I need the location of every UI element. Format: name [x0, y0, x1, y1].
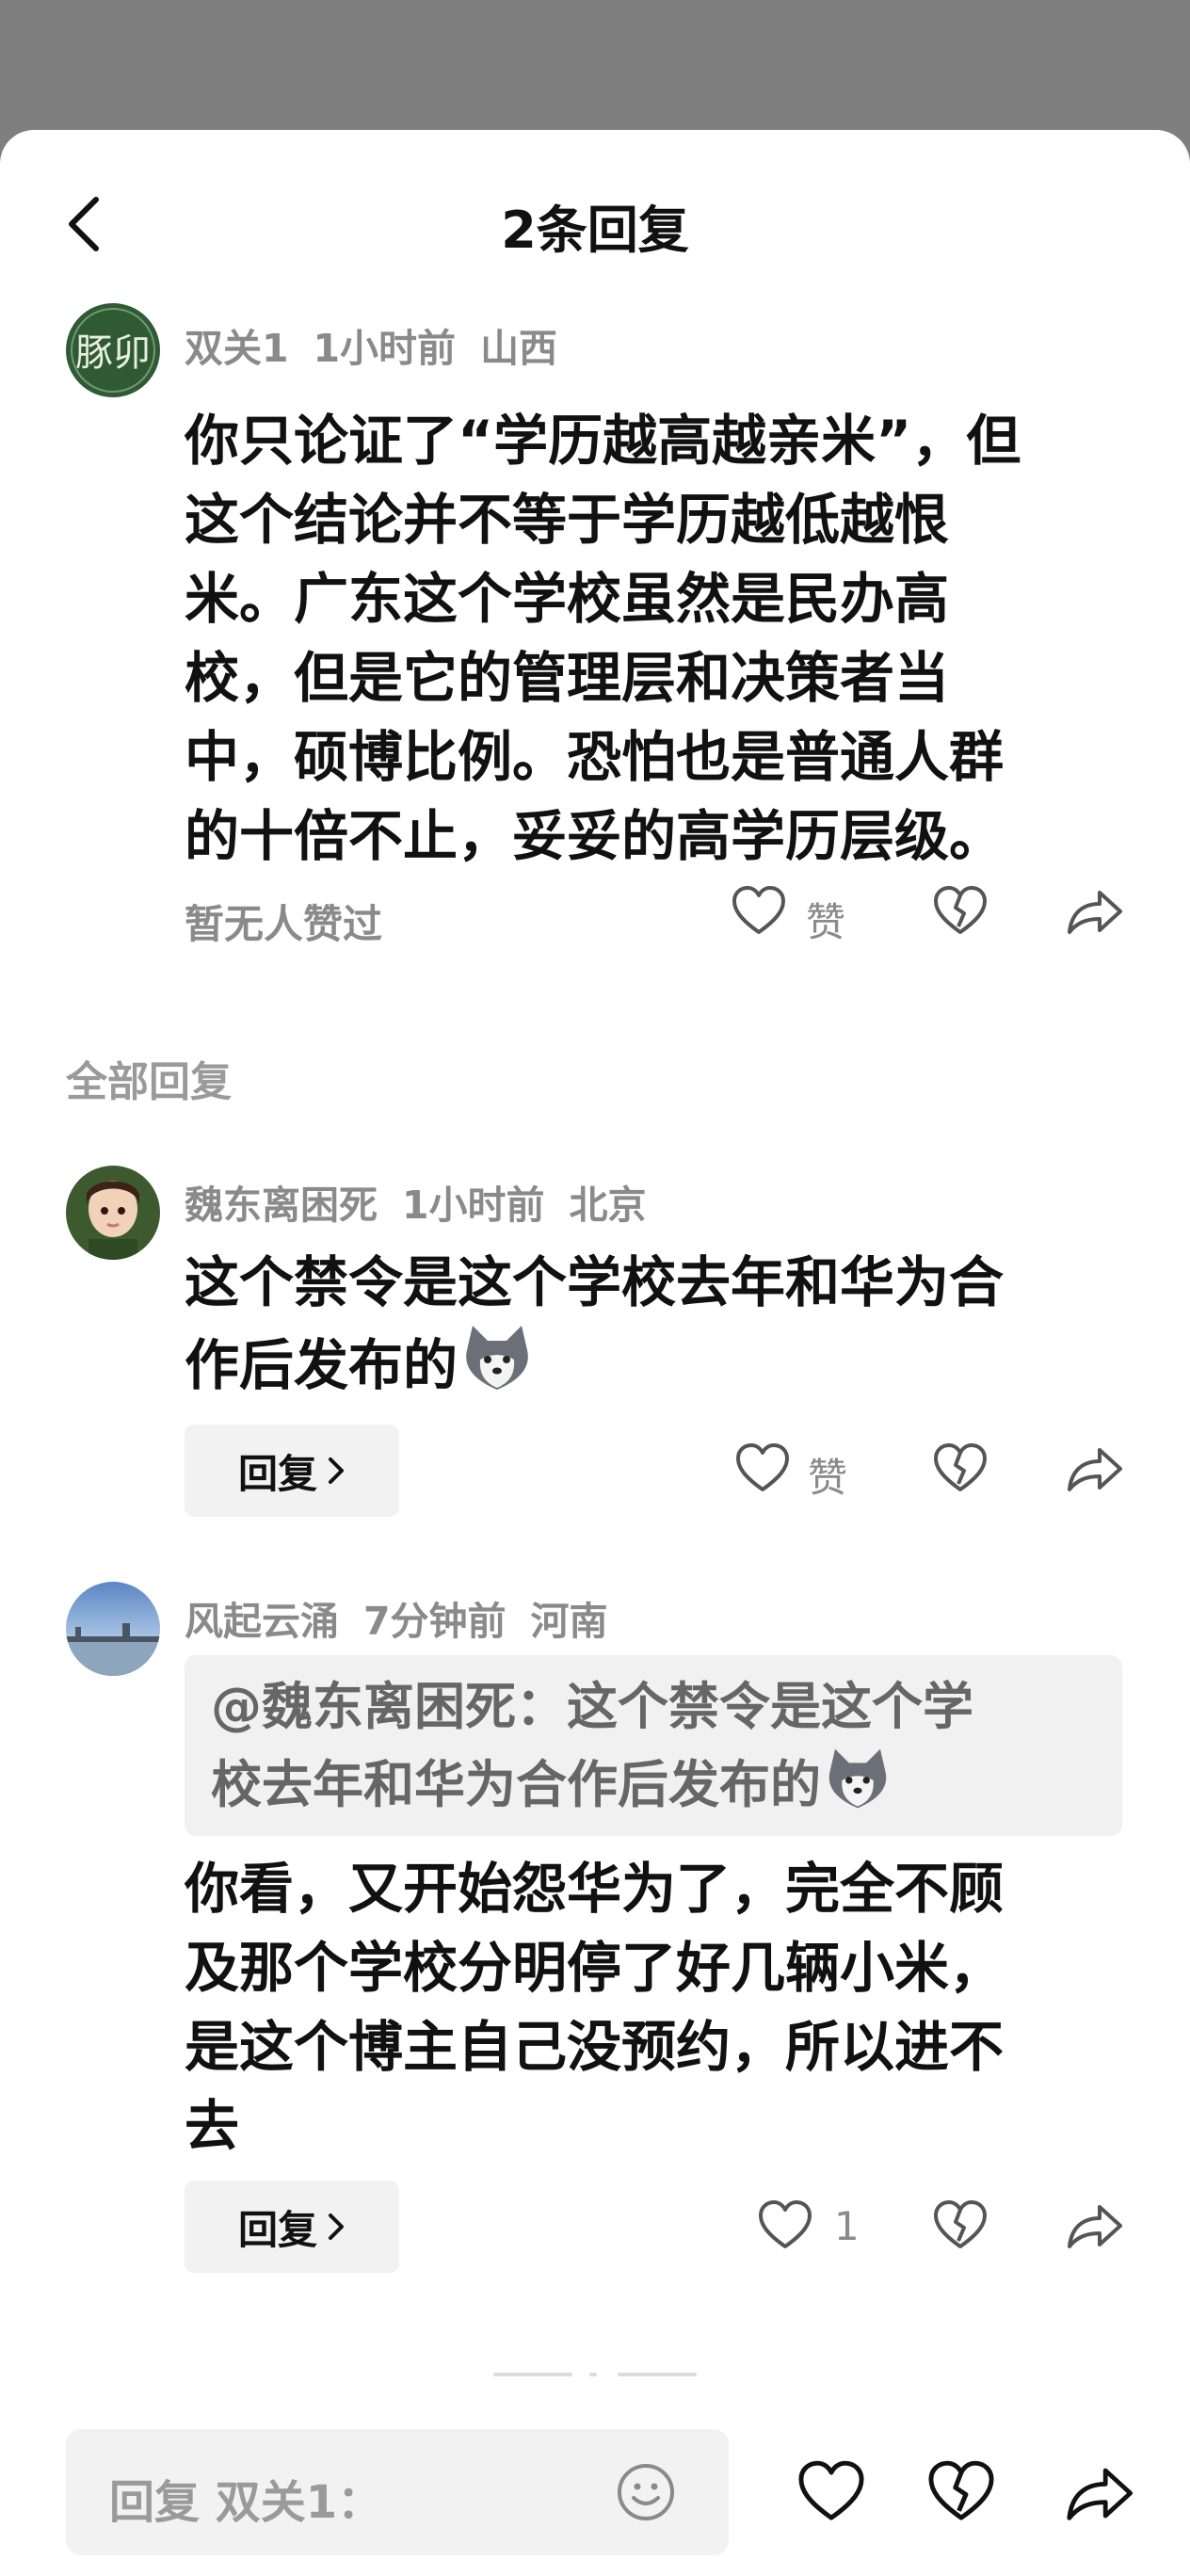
username[interactable]: 双关1 [185, 326, 289, 371]
like-label[interactable]: 赞 [806, 891, 845, 948]
text-line: 是这个博主自己没预约，所以进不 [185, 2015, 1005, 2079]
location: 河南 [530, 1599, 608, 1644]
username[interactable]: 风起云涌 [185, 1599, 339, 1644]
comment-meta: 魏东离困死 1小时前 北京 [185, 1173, 671, 1230]
heart-icon[interactable] [731, 883, 787, 940]
scroll-indicator [618, 2373, 697, 2376]
header: 2条回复 [0, 130, 1190, 318]
emoji-smile-icon[interactable] [616, 2462, 676, 2522]
avatar-logo-text: 豚卯 [75, 331, 151, 375]
avatar[interactable]: 豚卯 [66, 303, 160, 397]
reply-button[interactable]: 回复 [185, 2181, 399, 2273]
text-line: 这个禁令是这个学校去年和华为合 [185, 1250, 1005, 1314]
timestamp: 1小时前 [313, 326, 457, 371]
scroll-indicator [493, 2373, 572, 2376]
like-count: 1 [834, 2203, 860, 2249]
text-line: 米。广东这个学校虽然是民办高 [185, 567, 950, 631]
text-line: 作后发布的 [185, 1333, 458, 1397]
reply-input-placeholder: 回复 双关1： [109, 2476, 383, 2529]
timestamp: 1小时前 [402, 1183, 545, 1228]
likes-summary: 暂无人赞过 [185, 901, 383, 947]
comment-meta: 风起云涌 7分钟前 河南 [185, 1589, 633, 1646]
text-line-with-emoji: 作后发布的 [185, 1322, 1135, 1414]
location: 山西 [480, 326, 558, 371]
bottom-bar: 回复 双关1： [0, 2408, 1190, 2576]
share-icon[interactable] [1064, 1441, 1124, 1497]
broken-heart-icon[interactable] [932, 2198, 989, 2254]
quote-line: @魏东离困死：这个禁令是这个学 [211, 1677, 973, 1736]
share-icon[interactable] [1064, 883, 1124, 940]
text-line: 这个结论并不等于学历越低越恨 [185, 488, 950, 552]
heart-icon[interactable] [796, 2457, 866, 2527]
all-replies-label: 全部回复 [66, 1058, 232, 1106]
text-line: 校，但是它的管理层和决策者当 [185, 646, 950, 710]
share-icon[interactable] [1062, 2459, 1135, 2527]
reply-input[interactable]: 回复 双关1： [66, 2429, 729, 2555]
reply-button-label: 回复 [237, 2206, 317, 2253]
text-line: 去 [185, 2094, 240, 2158]
reply-text: 你看，又开始怨华为了，完全不顾 及那个学校分明停了好几辆小米， 是这个博主自己没… [185, 1849, 1135, 2165]
reply-text: 这个禁令是这个学校去年和华为合 作后发布的 [185, 1243, 1135, 1414]
reply-button[interactable]: 回复 [185, 1425, 399, 1517]
husky-emoji-icon [458, 1322, 537, 1414]
quote-line-with-emoji: 校去年和华为合作后发布的 [211, 1746, 1096, 1833]
quote-line: 校去年和华为合作后发布的 [211, 1755, 821, 1814]
heart-icon[interactable] [734, 1441, 791, 1497]
like-label[interactable]: 赞 [808, 1446, 847, 1504]
chevron-right-icon [329, 2214, 344, 2240]
heart-icon[interactable] [757, 2198, 813, 2254]
location: 北京 [569, 1183, 647, 1228]
username[interactable]: 魏东离困死 [185, 1183, 378, 1228]
text-line: 你看，又开始怨华为了，完全不顾 [185, 1857, 1005, 1921]
page-title: 2条回复 [501, 201, 689, 260]
broken-heart-icon[interactable] [926, 2457, 996, 2527]
share-icon[interactable] [1064, 2198, 1124, 2254]
text-line: 的十倍不止，妥妥的高学历层级。 [185, 804, 1005, 868]
avatar[interactable] [66, 1582, 160, 1676]
husky-emoji-icon [821, 1746, 894, 1833]
text-line: 中，硕博比例。恐怕也是普通人群 [185, 725, 1005, 789]
timestamp: 7分钟前 [363, 1599, 507, 1644]
avatar[interactable] [66, 1166, 160, 1260]
chevron-right-icon [329, 1457, 344, 1484]
text-line: 及那个学校分明停了好几辆小米， [185, 1936, 1005, 2000]
broken-heart-icon[interactable] [932, 883, 989, 940]
reply-sheet: 2条回复 豚卯 双关1 1小时前 山西 你只论证了“学历越高越亲米”，但 这个结论并… [0, 130, 1190, 2576]
comment-text: 你只论证了“学历越高越亲米”，但 这个结论并不等于学历越低越恨 米。广东这个学校… [185, 401, 1135, 876]
comment-meta: 双关1 1小时前 山西 [185, 316, 582, 373]
text-line: 你只论证了“学历越高越亲米”，但 [185, 409, 1021, 473]
quoted-reply[interactable]: @魏东离困死：这个禁令是这个学 校去年和华为合作后发布的 [185, 1655, 1122, 1836]
scroll-indicator [589, 2373, 597, 2376]
reply-button-label: 回复 [237, 1450, 317, 1497]
broken-heart-icon[interactable] [932, 1441, 989, 1497]
